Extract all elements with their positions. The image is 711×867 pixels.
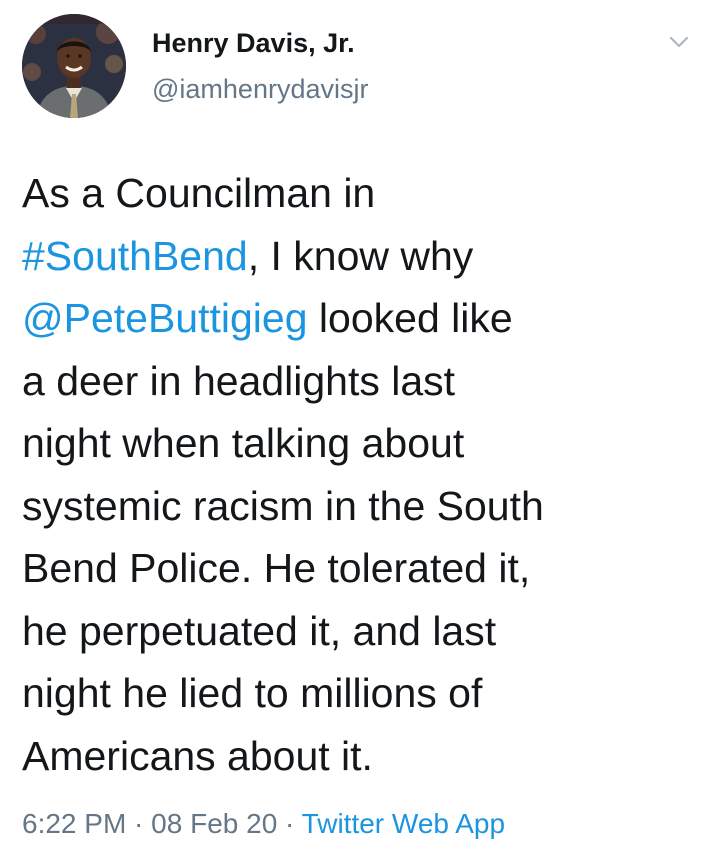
tweet-line: systemic racism in the South bbox=[22, 475, 694, 538]
author-name[interactable]: Henry Davis, Jr. bbox=[152, 28, 355, 59]
tweet-date[interactable]: 08 Feb 20 bbox=[151, 808, 277, 839]
tweet-line: As a Councilman in bbox=[22, 162, 694, 225]
chevron-down-icon[interactable] bbox=[667, 30, 691, 54]
tweet-time[interactable]: 6:22 PM bbox=[22, 808, 126, 839]
tweet-text-segment: night when talking about bbox=[22, 420, 465, 466]
tweet-text-segment: Americans about it. bbox=[22, 732, 373, 779]
mention-link[interactable]: @PeteButtigieg bbox=[22, 295, 308, 341]
tweet-meta: 6:22 PM · 08 Feb 20 · Twitter Web App bbox=[22, 808, 505, 840]
tweet-line: #SouthBend, I know why bbox=[22, 225, 694, 288]
profile-photo-icon bbox=[22, 14, 126, 118]
tweet-text-segment: a deer in headlights last bbox=[22, 357, 456, 404]
tweet-text: As a Councilman in #SouthBend, I know wh… bbox=[22, 162, 694, 787]
tweet-line: Americans about it. bbox=[22, 725, 694, 788]
tweet-line: Bend Police. He tolerated it, bbox=[22, 537, 694, 600]
meta-separator: · bbox=[277, 808, 302, 839]
meta-separator: · bbox=[126, 808, 152, 839]
tweet-source-link[interactable]: Twitter Web App bbox=[302, 808, 505, 839]
tweet-line: a deer in headlights last bbox=[22, 350, 694, 413]
tweet-line: he perpetuated it, and last bbox=[22, 600, 694, 663]
author-handle[interactable]: @iamhenrydavisjr bbox=[152, 74, 368, 105]
tweet-text-segment: looked like bbox=[307, 295, 513, 341]
tweet-text-segment: systemic racism in the South bbox=[22, 482, 544, 529]
avatar[interactable] bbox=[22, 14, 126, 118]
tweet-text-segment: he perpetuated it, and last bbox=[22, 607, 497, 654]
tweet-text-segment: Bend Police. He tolerated it, bbox=[22, 545, 531, 591]
tweet-card: Henry Davis, Jr. @iamhenrydavisjr As a C… bbox=[0, 0, 711, 867]
tweet-line: @PeteButtigieg looked like bbox=[22, 287, 694, 350]
tweet-text-segment: , I know why bbox=[247, 232, 474, 279]
tweet-text-segment: As a Councilman in bbox=[22, 170, 376, 216]
hashtag-link[interactable]: #SouthBend bbox=[22, 233, 248, 279]
tweet-line: night when talking about bbox=[22, 412, 694, 475]
tweet-line: night he lied to millions of bbox=[22, 662, 694, 725]
tweet-text-segment: night he lied to millions of bbox=[22, 670, 483, 716]
